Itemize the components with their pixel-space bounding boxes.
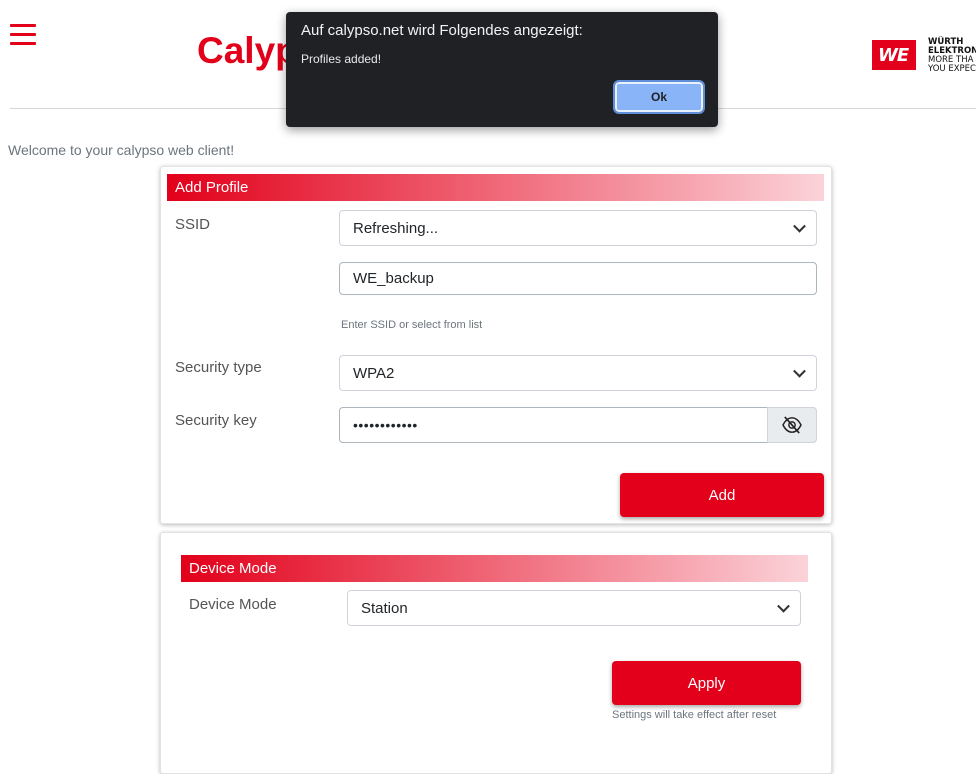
device-mode-value: Station	[361, 599, 408, 617]
add-profile-card: Add Profile SSID Refreshing... WE_backup…	[160, 166, 832, 524]
apply-note: Settings will take effect after reset	[612, 709, 777, 721]
hamburger-menu-icon[interactable]	[10, 24, 36, 48]
add-profile-header: Add Profile	[167, 174, 824, 201]
chevron-down-icon	[793, 364, 806, 378]
eye-slash-icon	[782, 416, 802, 434]
wurth-logo: WE WÜRTH ELEKTRON MORE THA YOU EXPEC	[872, 36, 976, 76]
alert-title: Auf calypso.net wird Folgendes angezeigt…	[301, 22, 583, 39]
alert-ok-button[interactable]: Ok	[613, 80, 705, 114]
app-title: Calyp	[197, 30, 298, 71]
ssid-input-value: WE_backup	[353, 270, 434, 287]
security-type-label: Security type	[175, 359, 262, 376]
device-mode-header: Device Mode	[181, 555, 808, 582]
security-type-select[interactable]: WPA2	[339, 355, 817, 391]
ssid-label: SSID	[175, 216, 211, 233]
ssid-select-value: Refreshing...	[353, 219, 439, 237]
security-key-label: Security key	[175, 412, 257, 429]
add-button[interactable]: Add	[620, 473, 824, 517]
device-mode-card: Device Mode Device Mode Station Apply Se…	[160, 532, 832, 774]
ssid-input[interactable]: WE_backup	[339, 262, 817, 295]
device-mode-select[interactable]: Station	[347, 590, 801, 626]
welcome-text: Welcome to your calypso web client!	[8, 142, 235, 158]
we-logo-mark: WE	[872, 40, 916, 70]
chevron-down-icon	[793, 219, 806, 233]
apply-button[interactable]: Apply	[612, 661, 801, 705]
toggle-password-visibility-button[interactable]	[767, 407, 817, 443]
alert-message: Profiles added!	[301, 52, 382, 66]
security-key-input[interactable]: ••••••••••••	[339, 407, 768, 443]
security-key-value: ••••••••••••	[353, 417, 418, 433]
security-type-value: WPA2	[353, 364, 395, 382]
device-mode-label: Device Mode	[189, 596, 277, 613]
ssid-select[interactable]: Refreshing...	[339, 210, 817, 246]
ssid-help-text: Enter SSID or select from list	[341, 319, 483, 331]
alert-dialog: Auf calypso.net wird Folgendes angezeigt…	[286, 12, 718, 127]
chevron-down-icon	[777, 599, 790, 613]
logo-text: WÜRTH ELEKTRON MORE THA YOU EXPEC	[928, 37, 976, 74]
